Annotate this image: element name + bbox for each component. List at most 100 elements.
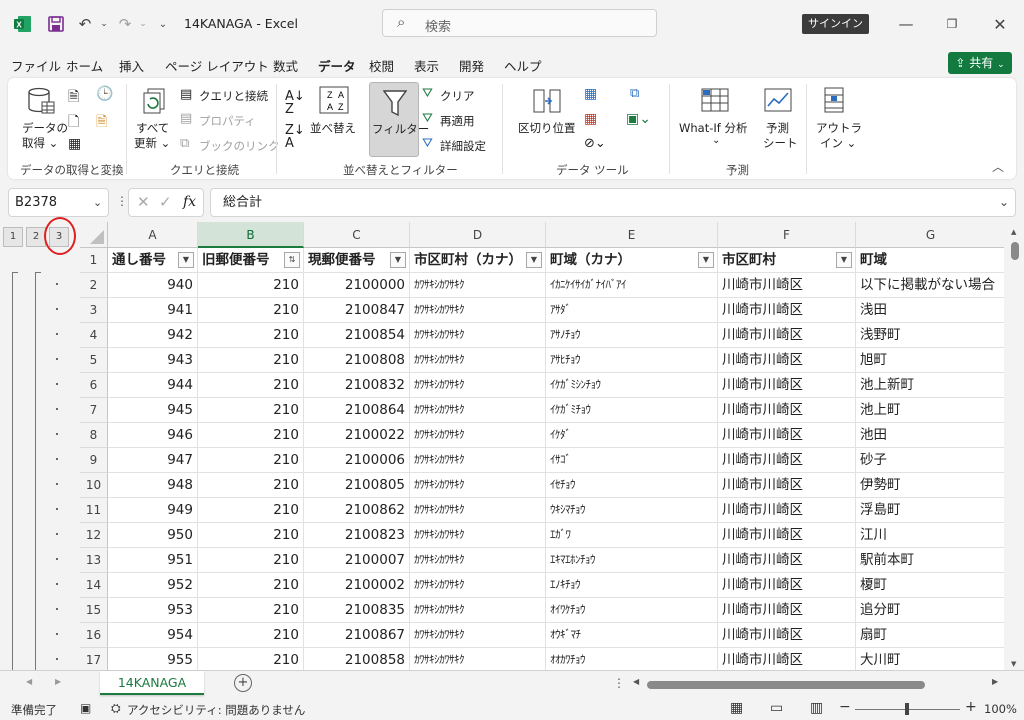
horizontal-scroll-thumb[interactable] [647,681,925,689]
table-cell[interactable]: ｶﾜｻｷｼｶﾜｻｷｸ [410,423,546,448]
table-cell[interactable]: ｵｲﾜｹﾁｮｳ [546,598,718,623]
table-cell[interactable]: 210 [198,423,304,448]
filter-dropdown-icon[interactable]: ▼ [836,252,852,268]
table-cell[interactable]: 940 [108,273,198,298]
row-header[interactable]: 7 [80,398,108,423]
table-cell[interactable]: ｲｾﾁｮｳ [546,473,718,498]
table-cell[interactable]: ｵｳｷﾞﾏﾁ [546,623,718,648]
table-cell[interactable]: 944 [108,373,198,398]
table-cell[interactable]: 川崎市川崎区 [718,298,856,323]
table-cell[interactable]: 210 [198,598,304,623]
table-cell[interactable]: ｶﾜｻｷｼｶﾜｻｷｸ [410,548,546,573]
row-header[interactable]: 17 [80,648,108,670]
table-cell[interactable]: 池田 [856,423,1004,448]
table-cell[interactable]: 2100805 [304,473,410,498]
table-cell[interactable]: 川崎市川崎区 [718,473,856,498]
table-cell[interactable]: ｶﾜｻｷｼｶﾜｻｷｸ [410,598,546,623]
table-cell[interactable]: ｴｷﾏｴﾎﾝﾁｮｳ [546,548,718,573]
clear-button[interactable]: クリア [440,88,475,104]
table-cell[interactable]: 2100808 [304,348,410,373]
column-header-f[interactable]: F [718,222,856,248]
table-cell[interactable]: 210 [198,573,304,598]
table-cell[interactable]: 210 [198,373,304,398]
table-cell[interactable]: 榎町 [856,573,1004,598]
outline-button[interactable]: アウトラ [816,120,862,136]
page-layout-view-icon[interactable]: ▭ [770,700,783,716]
table-cell[interactable]: 952 [108,573,198,598]
table-cell[interactable]: ｲｹｶﾞﾐｼﾝﾁｮｳ [546,373,718,398]
table-cell[interactable]: 943 [108,348,198,373]
cancel-icon[interactable]: ✕ [137,193,150,211]
table-cell[interactable]: 2100823 [304,523,410,548]
row-header[interactable]: 6 [80,373,108,398]
table-cell[interactable]: ｳｷｼﾏﾁｮｳ [546,498,718,523]
table-cell[interactable]: ｶﾜｻｷｼｶﾜｻｷｸ [410,398,546,423]
tab-file[interactable]: ファイル [11,56,61,75]
table-cell[interactable]: 210 [198,523,304,548]
expand-formula-icon[interactable]: ⌄ [999,189,1009,216]
minimize-icon[interactable]: — [895,12,917,36]
table-cell[interactable]: 川崎市川崎区 [718,423,856,448]
redo-icon[interactable]: ↷ [114,12,136,36]
table-cell[interactable]: 954 [108,623,198,648]
table-cell[interactable]: ｶﾜｻｷｼｶﾜｻｷｸ [410,573,546,598]
sort-button[interactable]: 並べ替え [310,120,356,136]
row-header[interactable]: 4 [80,323,108,348]
outline-level-2-button[interactable]: 2 [26,227,46,247]
tab-developer[interactable]: 開発 [459,56,484,75]
select-all-button[interactable] [80,222,108,248]
from-text-icon[interactable]: 🗎 [68,86,79,110]
filter-dropdown-icon[interactable]: ⇅ [284,252,300,268]
column-header-e[interactable]: E [546,222,718,248]
table-cell[interactable]: 川崎市川崎区 [718,323,856,348]
table-cell[interactable]: 伊勢町 [856,473,1004,498]
table-cell[interactable]: ｲｶﾆｹｲｻｲｶﾞﾅｲﾊﾞｱｲ [546,273,718,298]
row-header[interactable]: 16 [80,623,108,648]
table-cell[interactable]: 210 [198,623,304,648]
table-cell[interactable]: 駅前本町 [856,548,1004,573]
table-cell[interactable]: ｲｹﾀﾞ [546,423,718,448]
remove-duplicates-icon[interactable]: ▦ [584,111,597,127]
table-cell[interactable]: 210 [198,498,304,523]
zoom-in-icon[interactable]: + [965,699,977,715]
normal-view-icon[interactable]: ▦ [730,700,743,716]
redo-dropdown-icon[interactable]: ⌄ [137,12,149,36]
table-cell[interactable]: 942 [108,323,198,348]
table-cell[interactable]: ｶﾜｻｷｼｶﾜｻｷｸ [410,523,546,548]
enter-icon[interactable]: ✓ [159,193,172,211]
tab-help[interactable]: ヘルプ [504,56,542,75]
table-cell[interactable]: 210 [198,448,304,473]
table-cell[interactable]: 川崎市川崎区 [718,573,856,598]
table-cell[interactable]: 2100007 [304,548,410,573]
table-cell[interactable]: 池上新町 [856,373,1004,398]
undo-icon[interactable]: ↶ [74,12,96,36]
table-cell[interactable]: 旭町 [856,348,1004,373]
table-cell[interactable]: 2100854 [304,323,410,348]
table-cell[interactable]: ｶﾜｻｷｼｶﾜｻｷｸ [410,623,546,648]
table-cell[interactable]: 2100002 [304,573,410,598]
table-cell[interactable]: ｶﾜｻｷｼｶﾜｻｷｸ [410,348,546,373]
table-cell[interactable]: 210 [198,348,304,373]
from-web-icon[interactable]: 🗋 [68,111,79,135]
table-cell[interactable]: ｵｵｶﾜﾁｮｳ [546,648,718,670]
tab-data[interactable]: データ [318,56,356,75]
table-cell[interactable]: 210 [198,323,304,348]
table-cell[interactable]: 川崎市川崎区 [718,398,856,423]
table-cell[interactable]: 川崎市川崎区 [718,523,856,548]
column-header-b[interactable]: B [198,222,304,248]
row-header[interactable]: 11 [80,498,108,523]
table-cell[interactable]: 210 [198,398,304,423]
table-cell[interactable]: 210 [198,273,304,298]
table-cell[interactable]: 川崎市川崎区 [718,498,856,523]
table-cell[interactable]: 953 [108,598,198,623]
tab-home[interactable]: ホーム [66,56,103,75]
row-header[interactable]: 13 [80,548,108,573]
table-cell[interactable]: 2100832 [304,373,410,398]
name-box-dropdown-icon[interactable]: ⌄ [93,189,102,216]
signin-button[interactable]: サインイン [802,14,869,34]
table-cell[interactable]: ｶﾜｻｷｼｶﾜｻｷｸ [410,448,546,473]
row-header[interactable]: 3 [80,298,108,323]
table-cell[interactable]: 江川 [856,523,1004,548]
table-cell[interactable]: 946 [108,423,198,448]
formula-input[interactable]: 総合計 ⌄ [210,188,1016,217]
